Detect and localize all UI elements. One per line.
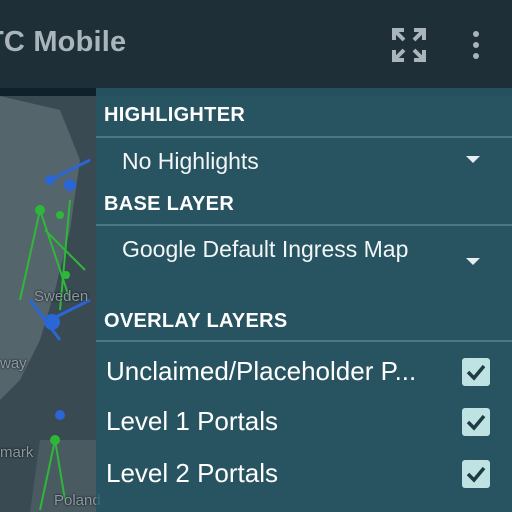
overlay-layer-row-level-2[interactable]: Level 2 Portals: [96, 448, 512, 500]
overlay-layer-label: Level 1 Portals: [106, 406, 278, 436]
map-label-poland: Poland: [54, 492, 101, 509]
app-bar: TC Mobile: [0, 0, 512, 88]
map-label-sweden: Sweden: [34, 288, 89, 305]
divider: [96, 224, 512, 226]
dropdown-arrow-icon: [466, 156, 480, 163]
overlay-layer-label: Unclaimed/Placeholder P...: [106, 356, 417, 386]
app-title: TC Mobile: [0, 26, 127, 58]
fullscreen-button[interactable]: [390, 26, 428, 64]
highlighter-header: HIGHLIGHTER: [104, 104, 246, 126]
layer-chooser-panel: HIGHLIGHTER No Highlights BASE LAYER Goo…: [96, 88, 512, 512]
dropdown-arrow-icon: [466, 258, 480, 265]
base-layer-spinner[interactable]: Google Default Ingress Map: [96, 228, 512, 306]
overflow-menu-button[interactable]: [464, 26, 488, 64]
check-icon: [466, 414, 486, 431]
overlay-layer-row-unclaimed[interactable]: Unclaimed/Placeholder P...: [96, 346, 512, 398]
overlay-layer-label: Level 2 Portals: [106, 458, 278, 488]
map-label-denmark: mark: [0, 444, 34, 461]
map-label-norway: way: [0, 355, 27, 372]
overlay-layer-row-level-1[interactable]: Level 1 Portals: [96, 396, 512, 448]
highlighter-spinner[interactable]: No Highlights: [96, 140, 512, 186]
check-icon: [466, 466, 486, 483]
highlighter-selected: No Highlights: [122, 148, 259, 174]
fullscreen-icon: [392, 28, 426, 62]
overlay-layer-checkbox[interactable]: [462, 460, 490, 488]
overlay-layers-header: OVERLAY LAYERS: [104, 310, 288, 332]
divider: [96, 136, 512, 138]
more-vert-icon: [473, 31, 479, 59]
overlay-layer-checkbox[interactable]: [462, 408, 490, 436]
check-icon: [466, 364, 486, 381]
base-layer-selected: Google Default Ingress Map: [122, 236, 409, 262]
base-layer-header: BASE LAYER: [104, 193, 235, 215]
divider: [96, 340, 512, 342]
overlay-layer-checkbox[interactable]: [462, 358, 490, 386]
